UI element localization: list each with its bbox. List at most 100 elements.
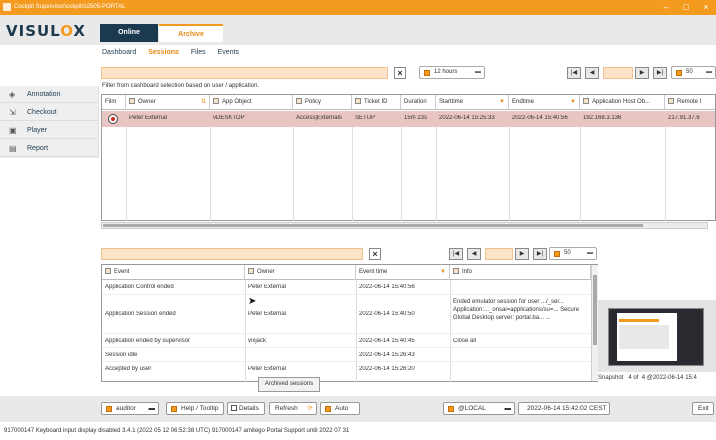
cell-owner: Peter External (129, 115, 168, 121)
col-event-time[interactable]: Event time ▼ (356, 265, 450, 280)
col-duration[interactable]: Duration (401, 95, 436, 110)
event-time: 2022-06-14 15:26:20 (359, 366, 415, 372)
sidebar-item-checkout[interactable]: ⇲ Checkout (0, 104, 99, 121)
tab-online[interactable]: Online (100, 24, 158, 42)
checkout-icon: ⇲ (9, 108, 16, 117)
next-page-button[interactable]: ▶ (635, 67, 649, 79)
tag-icon: ◈ (9, 90, 16, 99)
sidebar: ◈ Annotation ⇲ Checkout ▣ Player ▤ Report (0, 86, 99, 158)
horizontal-scrollbar[interactable] (101, 222, 708, 229)
user-select[interactable]: auditor ▬ (101, 402, 159, 415)
events-vertical-scrollbar[interactable] (591, 265, 598, 381)
event-name: Application ended by supervisor (105, 338, 191, 344)
minimize-button[interactable]: – (660, 2, 672, 13)
snapshot-preview[interactable] (598, 300, 716, 372)
snapshot-counter: Snapshot 4 of 4 @2022-06-14 15:4 (598, 375, 697, 381)
events-first-page-button[interactable]: |◀ (449, 248, 463, 260)
list-item[interactable]: Accepted by user Peter External 2022-06-… (102, 363, 591, 376)
status-bar: 917000147 Keyboard input display disable… (4, 428, 350, 434)
event-name: Application Session ended (105, 311, 176, 317)
events-prev-page-button[interactable]: ◀ (467, 248, 481, 260)
event-owner: Peter External (248, 311, 287, 317)
cell-starttime: 2022-06-14 15:25:33 (439, 115, 495, 121)
auto-refresh-toggle[interactable]: Auto (320, 402, 360, 415)
first-page-button[interactable]: |◀ (567, 67, 581, 79)
event-info: Close all (453, 338, 477, 344)
col-film[interactable]: Film (102, 95, 126, 110)
event-owner: Peter External (248, 284, 287, 290)
prev-page-button[interactable]: ◀ (585, 67, 599, 79)
col-remote[interactable]: Remote I (665, 95, 716, 110)
list-item[interactable]: Application Session ended Peter External… (102, 296, 591, 334)
nav-files[interactable]: Files (191, 49, 206, 56)
tab-archive[interactable]: Archive (159, 24, 223, 42)
col-policy[interactable]: Policy (293, 95, 352, 110)
col-owner[interactable]: Owner ⇅ (126, 95, 210, 110)
cell-host: 192.168.3.136 (583, 115, 622, 121)
sub-navigation: Dashboard Sessions Files Events (102, 49, 249, 56)
close-window-button[interactable]: × (700, 2, 712, 13)
cell-duration: 15m 23s (404, 115, 428, 121)
mouse-cursor-icon: ➤ (248, 296, 257, 307)
maximize-button[interactable]: □ (680, 2, 692, 13)
player-icon: ▣ (9, 126, 17, 135)
time-range-select[interactable]: 12 hours ▬ (419, 66, 485, 79)
nav-dashboard[interactable]: Dashboard (102, 49, 136, 56)
col-event-owner[interactable]: Owner (245, 265, 356, 280)
events-filter-input[interactable] (101, 248, 363, 260)
col-app-object[interactable]: App Object (210, 95, 293, 110)
event-owner: vixjack (248, 338, 267, 344)
page-number-input[interactable] (603, 67, 633, 79)
col-event[interactable]: Event (102, 265, 245, 280)
list-item[interactable]: Application Control ended Peter External… (102, 280, 591, 295)
help-tooltip-toggle[interactable]: Help / Tooltip (166, 402, 224, 415)
sessions-filter-input[interactable] (101, 67, 388, 79)
archived-sessions-tooltip: Archived sessions (258, 377, 320, 392)
clear-filter-button[interactable]: × (394, 67, 406, 79)
events-next-page-button[interactable]: ▶ (515, 248, 529, 260)
sidebar-item-annotation[interactable]: ◈ Annotation (0, 86, 99, 103)
event-owner: Peter External (248, 366, 287, 372)
event-time: 2022-06-14 15:40:56 (359, 284, 415, 290)
event-time: 2022-06-14 15:26:43 (359, 352, 415, 358)
clear-events-filter-button[interactable]: × (369, 248, 381, 260)
sidebar-item-player[interactable]: ▣ Player (0, 122, 99, 139)
window-title: Cockpit Supervisor\ockpit/o2505-PORTAL (14, 4, 126, 10)
record-film-icon[interactable] (108, 114, 118, 124)
cell-policy: Access|Externals (296, 115, 342, 121)
sessions-page-size-select[interactable]: 50 ▬ (671, 66, 716, 79)
event-name: Session idle (105, 352, 138, 358)
event-info: Ended emulator session for user .../_ser… (453, 299, 580, 321)
events-header: Event Owner Event time ▼ Info (102, 265, 591, 280)
list-item[interactable]: Session idle 2022-06-14 15:26:43 (102, 349, 591, 362)
nav-sessions[interactable]: Sessions (148, 49, 179, 56)
filter-hint: Filter from cashboard selection based on… (102, 83, 260, 89)
cell-endtime: 2022-06-14 15:40:56 (512, 115, 568, 121)
table-row[interactable]: Peter External vDESKTOP Access|Externals… (102, 111, 715, 127)
nav-events[interactable]: Events (218, 49, 239, 56)
events-page-input[interactable] (485, 248, 513, 260)
col-app-host[interactable]: Application Host Ob... (580, 95, 665, 110)
sidebar-item-report[interactable]: ▤ Report (0, 140, 99, 157)
server-select[interactable]: @LOCAL ▬ (443, 402, 515, 415)
app-icon (3, 3, 11, 11)
event-time: 2022-06-14 15:40:45 (359, 338, 415, 344)
visulox-logo: VISULOX (6, 22, 86, 40)
refresh-button[interactable]: Refresh ⟳ (269, 402, 317, 415)
last-page-button[interactable]: ▶| (653, 67, 667, 79)
col-info[interactable]: Info (450, 265, 591, 280)
sessions-header: Film Owner ⇅ App Object Policy Ticket ID … (102, 95, 715, 110)
list-item[interactable]: Application ended by supervisor vixjack … (102, 335, 591, 348)
col-starttime[interactable]: Starttime ▼ (436, 95, 509, 110)
current-datetime: 2022-06-14 15:42:02 CEST (518, 402, 610, 415)
col-ticket-id[interactable]: Ticket ID (352, 95, 401, 110)
events-page-size-select[interactable]: 50 ▬ (549, 247, 597, 260)
details-checkbox[interactable]: Details (227, 402, 265, 415)
event-name: Accepted by user (105, 366, 152, 372)
title-bar: Cockpit Supervisor\ockpit/o2505-PORTAL –… (0, 0, 716, 15)
refresh-icon: ⟳ (307, 405, 313, 412)
exit-button[interactable]: Exit (692, 402, 714, 415)
col-endtime[interactable]: Endtime ▼ (509, 95, 580, 110)
events-last-page-button[interactable]: ▶| (533, 248, 547, 260)
cell-app-object: vDESKTOP (213, 115, 245, 121)
